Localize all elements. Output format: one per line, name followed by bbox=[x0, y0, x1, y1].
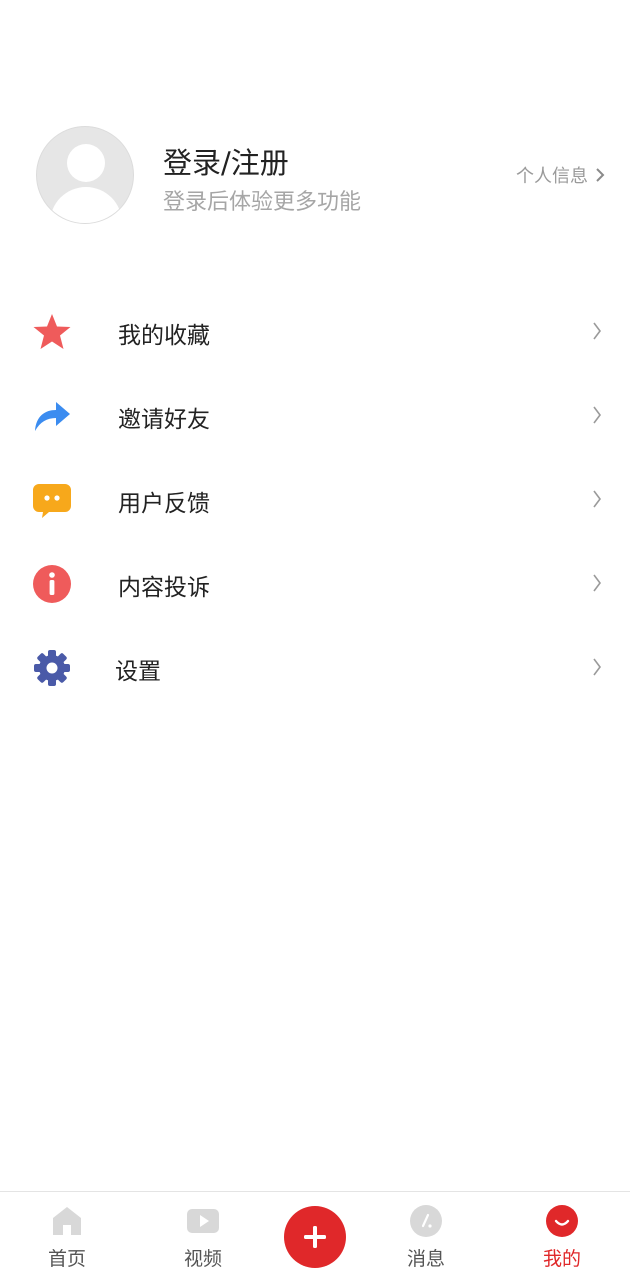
chevron-right-icon bbox=[596, 168, 605, 182]
menu-item-label: 用户反馈 bbox=[118, 491, 210, 517]
menu-item-favorites[interactable]: 我的收藏 bbox=[0, 290, 630, 374]
menu-list: 我的收藏 邀请好友 用户反馈 内容投诉 设置 bbox=[0, 290, 630, 710]
menu-item-label: 内容投诉 bbox=[118, 575, 210, 601]
menu-item-feedback[interactable]: 用户反馈 bbox=[0, 458, 630, 542]
chevron-right-icon bbox=[593, 490, 601, 508]
gear-icon bbox=[34, 650, 70, 686]
menu-item-settings[interactable]: 设置 bbox=[0, 626, 630, 710]
chevron-right-icon bbox=[593, 406, 601, 424]
avatar-head-shape bbox=[67, 144, 105, 182]
profile-header[interactable]: 登录/注册 登录后体验更多功能 个人信息 bbox=[36, 126, 606, 224]
menu-item-label: 我的收藏 bbox=[118, 323, 210, 349]
menu-item-label: 邀请好友 bbox=[118, 407, 210, 433]
info-icon bbox=[33, 565, 71, 603]
tab-home[interactable]: 首页 bbox=[27, 1204, 107, 1274]
tab-mine[interactable]: 我的 bbox=[522, 1204, 602, 1274]
tab-messages[interactable]: 消息 bbox=[386, 1204, 466, 1274]
profile-page: 登录/注册 登录后体验更多功能 个人信息 我的收藏 邀请好友 用户反馈 内容投诉… bbox=[0, 0, 630, 1280]
add-button[interactable] bbox=[284, 1206, 346, 1268]
bottom-tab-bar: 首页 视频 消息 我的 bbox=[0, 1191, 630, 1280]
menu-item-label: 设置 bbox=[115, 659, 161, 685]
chat-bubble-icon bbox=[33, 484, 71, 518]
chevron-right-icon bbox=[593, 658, 601, 676]
chevron-right-icon bbox=[593, 322, 601, 340]
profile-smile-icon bbox=[546, 1205, 578, 1237]
personal-info-link[interactable]: 个人信息 bbox=[516, 162, 606, 188]
avatar[interactable] bbox=[36, 126, 134, 224]
tab-label: 首页 bbox=[47, 1248, 86, 1270]
menu-item-report-content[interactable]: 内容投诉 bbox=[0, 542, 630, 626]
tab-label: 视频 bbox=[183, 1248, 222, 1270]
tab-label: 消息 bbox=[406, 1248, 445, 1270]
star-icon bbox=[33, 314, 71, 349]
login-register-title[interactable]: 登录/注册 bbox=[163, 140, 289, 182]
tab-video[interactable]: 视频 bbox=[163, 1204, 243, 1274]
login-subtitle: 登录后体验更多功能 bbox=[163, 190, 362, 215]
avatar-body-shape bbox=[50, 187, 122, 223]
personal-info-label: 个人信息 bbox=[516, 166, 588, 187]
menu-item-invite-friends[interactable]: 邀请好友 bbox=[0, 374, 630, 458]
video-icon bbox=[187, 1209, 219, 1233]
tab-label: 我的 bbox=[542, 1248, 581, 1270]
share-arrow-icon bbox=[35, 402, 70, 431]
chevron-right-icon bbox=[593, 574, 601, 592]
message-icon bbox=[410, 1205, 442, 1237]
plus-icon bbox=[304, 1226, 326, 1248]
home-icon bbox=[53, 1207, 81, 1235]
